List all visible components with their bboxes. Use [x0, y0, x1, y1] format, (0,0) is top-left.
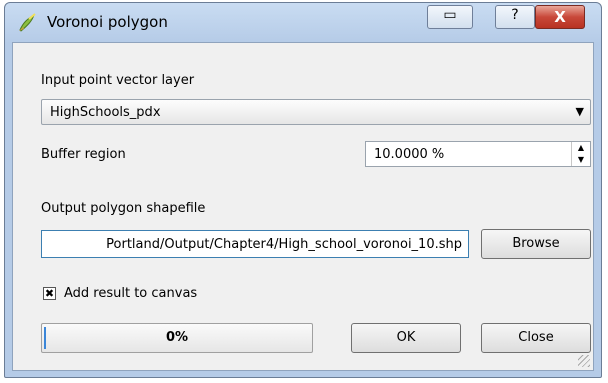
help-icon: ?: [511, 7, 519, 23]
input-layer-select[interactable]: HighSchools_pdx ▼: [41, 99, 591, 125]
close-icon: X: [554, 8, 566, 26]
restore-icon: ▭: [443, 7, 457, 23]
title-bar[interactable]: Voronoi polygon ▭ ? X: [5, 3, 601, 41]
input-layer-value: HighSchools_pdx: [50, 105, 161, 120]
spin-arrows: ▲ ▼: [571, 142, 590, 166]
dialog-body: Input point vector layer HighSchools_pdx…: [12, 42, 594, 371]
close-window-button[interactable]: X: [535, 5, 585, 29]
dialog-window: Voronoi polygon ▭ ? X Input point vector…: [4, 2, 602, 378]
help-button[interactable]: ?: [495, 5, 535, 29]
output-shapefile-label: Output polygon shapefile: [41, 201, 206, 216]
spin-down-icon[interactable]: ▼: [572, 154, 590, 166]
browse-button[interactable]: Browse: [481, 229, 591, 259]
buffer-region-label: Buffer region: [41, 147, 126, 162]
qgis-brush-icon: [19, 13, 36, 32]
resize-grip-icon[interactable]: [578, 355, 590, 367]
progress-text: 0%: [165, 330, 189, 345]
checkbox-mark-icon: ✖: [44, 287, 55, 300]
output-path-input[interactable]: Portland/Output/Chapter4/High_school_vor…: [41, 230, 469, 258]
close-button[interactable]: Close: [481, 323, 591, 353]
spin-up-icon[interactable]: ▲: [572, 142, 590, 154]
buffer-region-value: 10.0000 %: [374, 147, 445, 162]
chevron-down-icon: ▼: [575, 105, 584, 118]
restore-button[interactable]: ▭: [427, 5, 473, 29]
add-to-canvas-checkbox[interactable]: ✖: [43, 287, 56, 300]
output-path-value: Portland/Output/Chapter4/High_school_vor…: [106, 237, 462, 252]
progress-bar: 0%: [41, 323, 313, 353]
input-layer-label: Input point vector layer: [41, 73, 195, 88]
add-to-canvas-label: Add result to canvas: [64, 286, 198, 301]
buffer-region-spinbox[interactable]: 10.0000 % ▲ ▼: [365, 141, 591, 167]
window-title: Voronoi polygon: [47, 13, 168, 31]
ok-button[interactable]: OK: [351, 323, 461, 353]
